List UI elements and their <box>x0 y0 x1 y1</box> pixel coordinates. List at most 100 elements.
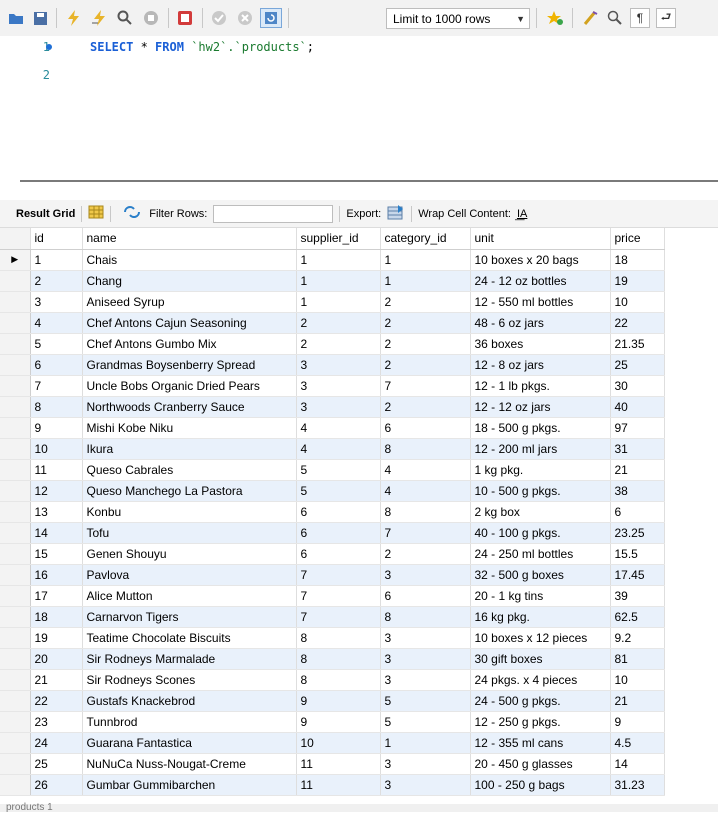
cell-price[interactable]: 21 <box>610 459 665 481</box>
cell-category-id[interactable]: 4 <box>380 480 471 502</box>
cell-unit[interactable]: 24 pkgs. x 4 pieces <box>470 669 611 691</box>
cell-supplier-id[interactable]: 11 <box>296 753 381 775</box>
table-row[interactable]: 11 Queso Cabrales 5 4 1 kg pkg. 21 <box>0 459 665 481</box>
table-row[interactable]: 3 Aniseed Syrup 1 2 12 - 550 ml bottles 10 <box>0 291 665 313</box>
table-row[interactable]: 14 Tofu 6 7 40 - 100 g pkgs. 23.25 <box>0 522 665 544</box>
cell-name[interactable]: Chef Antons Cajun Seasoning <box>82 312 297 334</box>
cell-name[interactable]: Gumbar Gummibarchen <box>82 774 297 796</box>
table-row[interactable]: 6 Grandmas Boysenberry Spread 3 2 12 - 8 oz … <box>0 354 665 376</box>
cell-supplier-id[interactable]: 3 <box>296 375 381 397</box>
cell-id[interactable]: 10 <box>30 438 83 460</box>
cell-category-id[interactable]: 6 <box>380 585 471 607</box>
execute-selection-icon[interactable] <box>88 8 110 28</box>
cell-unit[interactable]: 12 - 355 ml cans <box>470 732 611 754</box>
cell-unit[interactable]: 12 - 250 g pkgs. <box>470 711 611 733</box>
cell-id[interactable]: 8 <box>30 396 83 418</box>
row-header[interactable] <box>0 480 31 502</box>
cell-category-id[interactable]: 3 <box>380 753 471 775</box>
cell-supplier-id[interactable]: 6 <box>296 501 381 523</box>
cell-unit[interactable]: 10 boxes x 12 pieces <box>470 627 611 649</box>
column-header-unit[interactable]: unit <box>470 228 611 250</box>
table-row[interactable]: 13 Konbu 6 8 2 kg box 6 <box>0 501 665 523</box>
cell-supplier-id[interactable]: 8 <box>296 627 381 649</box>
commit-icon[interactable] <box>208 8 230 28</box>
cell-name[interactable]: Alice Mutton <box>82 585 297 607</box>
cell-name[interactable]: NuNuCa Nuss-Nougat-Creme <box>82 753 297 775</box>
cell-price[interactable]: 6 <box>610 501 665 523</box>
cell-price[interactable]: 19 <box>610 270 665 292</box>
cell-unit[interactable]: 40 - 100 g pkgs. <box>470 522 611 544</box>
row-header[interactable] <box>0 690 31 712</box>
cell-price[interactable]: 31 <box>610 438 665 460</box>
sql-statement[interactable]: SELECT * FROM `hw2`.`products`; <box>90 40 314 54</box>
row-header[interactable] <box>0 543 31 565</box>
cell-supplier-id[interactable]: 7 <box>296 606 381 628</box>
execute-icon[interactable] <box>62 8 84 28</box>
table-row[interactable]: 10 Ikura 4 8 12 - 200 ml jars 31 <box>0 438 665 460</box>
row-header[interactable] <box>0 669 31 691</box>
cell-name[interactable]: Carnarvon Tigers <box>82 606 297 628</box>
invisible-chars-icon[interactable]: ¶ <box>630 8 650 28</box>
cell-price[interactable]: 25 <box>610 354 665 376</box>
cell-unit[interactable]: 18 - 500 g pkgs. <box>470 417 611 439</box>
cell-category-id[interactable]: 1 <box>380 270 471 292</box>
cell-supplier-id[interactable]: 5 <box>296 480 381 502</box>
row-header[interactable] <box>0 564 31 586</box>
cell-id[interactable]: 19 <box>30 627 83 649</box>
cell-name[interactable]: Sir Rodneys Marmalade <box>82 648 297 670</box>
cell-unit[interactable]: 32 - 500 g boxes <box>470 564 611 586</box>
cell-unit[interactable]: 1 kg pkg. <box>470 459 611 481</box>
table-row[interactable]: 12 Queso Manchego La Pastora 5 4 10 - 500 g … <box>0 480 665 502</box>
cell-id[interactable]: 7 <box>30 375 83 397</box>
cell-category-id[interactable]: 1 <box>380 249 471 271</box>
wrap-cell-icon[interactable]: I͟A <box>517 208 527 220</box>
cell-price[interactable]: 18 <box>610 249 665 271</box>
cell-price[interactable]: 62.5 <box>610 606 665 628</box>
cell-id[interactable]: 24 <box>30 732 83 754</box>
cell-supplier-id[interactable]: 4 <box>296 417 381 439</box>
table-row[interactable]: 24 Guarana Fantastica 10 1 12 - 355 ml cans 4… <box>0 732 665 754</box>
cell-name[interactable]: Uncle Bobs Organic Dried Pears <box>82 375 297 397</box>
cell-unit[interactable]: 10 boxes x 20 bags <box>470 249 611 271</box>
cell-category-id[interactable]: 5 <box>380 690 471 712</box>
row-header[interactable] <box>0 753 31 775</box>
table-row[interactable]: 19 Teatime Chocolate Biscuits 8 3 10 boxes x… <box>0 627 665 649</box>
cell-supplier-id[interactable]: 6 <box>296 522 381 544</box>
cell-name[interactable]: Tofu <box>82 522 297 544</box>
rollback-icon[interactable] <box>234 8 256 28</box>
cell-id[interactable]: 20 <box>30 648 83 670</box>
row-header[interactable] <box>0 627 31 649</box>
cell-id[interactable]: 14 <box>30 522 83 544</box>
cell-id[interactable]: 4 <box>30 312 83 334</box>
cell-supplier-id[interactable]: 7 <box>296 585 381 607</box>
cell-price[interactable]: 38 <box>610 480 665 502</box>
cell-id[interactable]: 22 <box>30 690 83 712</box>
row-header[interactable] <box>0 312 31 334</box>
cell-price[interactable]: 31.23 <box>610 774 665 796</box>
sql-editor[interactable]: 1 2 <box>0 36 718 174</box>
cell-supplier-id[interactable]: 7 <box>296 564 381 586</box>
cell-supplier-id[interactable]: 9 <box>296 690 381 712</box>
cell-price[interactable]: 4.5 <box>610 732 665 754</box>
row-header[interactable] <box>0 774 31 796</box>
cell-category-id[interactable]: 2 <box>380 291 471 313</box>
cell-price[interactable]: 97 <box>610 417 665 439</box>
cell-id[interactable]: 15 <box>30 543 83 565</box>
cell-unit[interactable]: 20 - 1 kg tins <box>470 585 611 607</box>
cell-category-id[interactable]: 2 <box>380 396 471 418</box>
cell-name[interactable]: Mishi Kobe Niku <box>82 417 297 439</box>
row-header[interactable] <box>0 291 31 313</box>
cell-id[interactable]: 9 <box>30 417 83 439</box>
cell-id[interactable]: 3 <box>30 291 83 313</box>
cell-category-id[interactable]: 3 <box>380 669 471 691</box>
cell-unit[interactable]: 16 kg pkg. <box>470 606 611 628</box>
row-header[interactable] <box>0 501 31 523</box>
cell-supplier-id[interactable]: 3 <box>296 396 381 418</box>
cell-category-id[interactable]: 5 <box>380 711 471 733</box>
cell-price[interactable]: 15.5 <box>610 543 665 565</box>
cell-unit[interactable]: 2 kg box <box>470 501 611 523</box>
row-header[interactable] <box>0 711 31 733</box>
cell-category-id[interactable]: 1 <box>380 732 471 754</box>
cell-unit[interactable]: 24 - 250 ml bottles <box>470 543 611 565</box>
column-header-price[interactable]: price <box>610 228 665 250</box>
